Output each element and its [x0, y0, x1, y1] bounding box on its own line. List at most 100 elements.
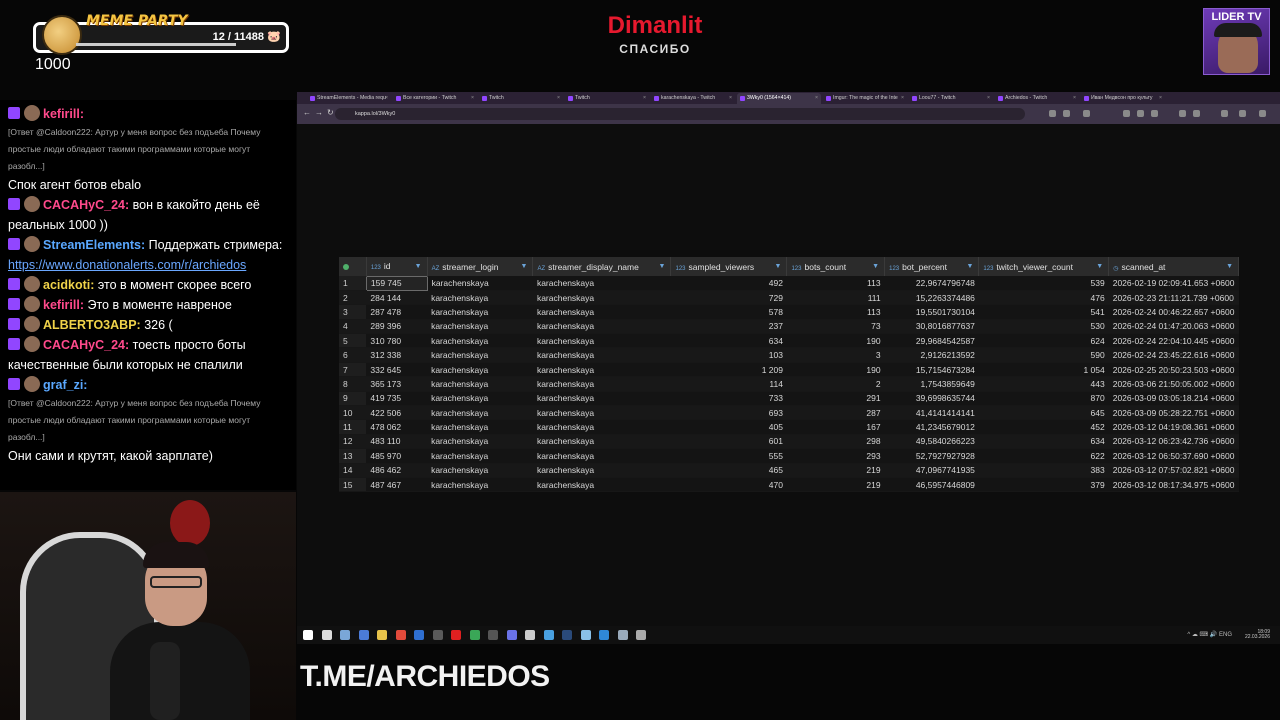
table-cell[interactable]: 19,5501730104	[884, 304, 979, 320]
table-cell[interactable]: 541	[978, 304, 1109, 320]
table-cell[interactable]: 2026-03-06 21:50:05.002 +0600	[1108, 376, 1239, 392]
chat-username[interactable]: graf_zi:	[43, 378, 87, 392]
extension-icon[interactable]	[1083, 110, 1090, 117]
grid-corner[interactable]	[339, 257, 367, 276]
table-cell[interactable]: karachenskaya	[532, 463, 671, 478]
browser-tab[interactable]: Иван Медвсон про культу ×	[1081, 93, 1165, 104]
table-cell[interactable]: 483 110	[366, 434, 428, 450]
table-cell[interactable]: 167	[786, 419, 885, 435]
table-cell[interactable]: 578	[670, 304, 787, 320]
table-cell[interactable]: 2026-03-12 06:23:42.736 +0600	[1108, 434, 1239, 450]
extension-icon[interactable]	[1193, 110, 1200, 117]
table-cell[interactable]: 478 062	[366, 419, 428, 435]
column-header-scanned-at[interactable]: ◷ scanned_at ▼	[1108, 257, 1239, 276]
table-cell[interactable]: 2026-02-24 00:46:22.657 +0600	[1108, 304, 1239, 320]
word-icon[interactable]	[414, 630, 424, 640]
table-cell[interactable]: 1 054	[978, 362, 1109, 378]
data-grid[interactable]: 123 id ▼ AZ streamer_login ▼ AZ streamer_displa…	[339, 257, 1239, 493]
obs-icon[interactable]	[488, 630, 498, 640]
table-cell[interactable]: 383	[978, 463, 1109, 478]
table-cell[interactable]: 492	[670, 276, 787, 291]
table-cell[interactable]: karachenskaya	[532, 391, 671, 407]
close-tab-icon[interactable]: ×	[987, 93, 990, 104]
table-cell[interactable]: 113	[786, 276, 885, 291]
table-cell[interactable]: karachenskaya	[427, 463, 533, 478]
sort-arrow-icon[interactable]: ▼	[775, 263, 782, 270]
reload-icon[interactable]: ↻	[327, 108, 334, 117]
table-cell[interactable]: 15,7154673284	[884, 362, 979, 378]
table-row[interactable]: 8 365 173 karachenskaya karachenskaya 114 2 1,…	[339, 376, 1239, 392]
table-cell[interactable]: karachenskaya	[532, 448, 671, 464]
row-number[interactable]: 11	[339, 419, 367, 435]
table-row[interactable]: 1 159 745 karachenskaya karachenskaya 492 113…	[339, 275, 1239, 291]
table-cell[interactable]: karachenskaya	[532, 477, 671, 493]
table-cell[interactable]: 487 467	[366, 477, 428, 493]
table-cell[interactable]: 298	[786, 434, 885, 450]
column-header-id[interactable]: 123 id ▼	[366, 257, 428, 276]
sort-arrow-icon[interactable]: ▼	[1226, 263, 1233, 270]
table-cell[interactable]: 332 645	[366, 362, 428, 378]
table-cell[interactable]: 289 396	[366, 319, 428, 335]
table-cell[interactable]: 422 506	[366, 405, 428, 421]
app5-icon[interactable]	[636, 630, 646, 640]
table-cell[interactable]: 365 173	[366, 376, 428, 392]
table-cell[interactable]: 2026-03-12 07:57:02.821 +0600	[1108, 463, 1239, 478]
row-number[interactable]: 13	[339, 448, 367, 464]
column-header-streamer-display-name[interactable]: AZ streamer_display_name ▼	[532, 257, 672, 276]
table-cell[interactable]: karachenskaya	[532, 276, 671, 291]
table-cell[interactable]: karachenskaya	[427, 347, 533, 363]
table-cell[interactable]: 2026-02-24 01:47:20.063 +0600	[1108, 319, 1239, 335]
table-cell[interactable]: 293	[786, 448, 885, 464]
table-cell[interactable]: 1 209	[670, 362, 787, 378]
table-cell[interactable]: 29,9684542587	[884, 333, 979, 349]
steam-icon[interactable]	[562, 630, 572, 640]
back-icon[interactable]: ←	[303, 108, 311, 117]
table-cell[interactable]: 49,5840266223	[884, 434, 979, 450]
table-cell[interactable]: 601	[670, 434, 787, 450]
menu-icon[interactable]	[1259, 110, 1266, 117]
table-cell[interactable]: 590	[978, 347, 1109, 363]
table-cell[interactable]: 190	[786, 333, 885, 349]
table-cell[interactable]: karachenskaya	[532, 419, 671, 435]
table-cell[interactable]: karachenskaya	[532, 333, 671, 349]
app2-icon[interactable]	[543, 630, 554, 640]
chat-username[interactable]: CACAHyC_24:	[43, 338, 129, 352]
table-cell[interactable]: 693	[670, 405, 787, 421]
table-cell[interactable]: 2026-02-24 23:45:22.616 +0600	[1108, 347, 1239, 363]
table-cell[interactable]: 103	[670, 347, 787, 363]
chrome-icon[interactable]	[395, 630, 406, 640]
table-cell[interactable]: 291	[786, 391, 885, 407]
table-cell[interactable]: 405	[670, 419, 787, 435]
profile-icon[interactable]	[1239, 110, 1246, 117]
table-cell[interactable]: 443	[978, 376, 1109, 392]
table-row[interactable]: 4 289 396 karachenskaya karachenskaya 237 73 3…	[339, 319, 1239, 335]
table-cell[interactable]: 379	[978, 477, 1109, 493]
settings-icon[interactable]	[525, 630, 535, 640]
table-cell[interactable]: karachenskaya	[532, 405, 671, 421]
table-cell[interactable]: 2	[786, 376, 885, 392]
table-row[interactable]: 3 287 478 karachenskaya karachenskaya 578 113…	[339, 304, 1239, 320]
column-header-streamer-login[interactable]: AZ streamer_login ▼	[427, 257, 534, 276]
close-tab-icon[interactable]: ×	[1159, 93, 1162, 104]
app4-icon[interactable]	[617, 630, 628, 640]
close-tab-icon[interactable]: ×	[643, 93, 646, 104]
table-row[interactable]: 11 478 062 karachenskaya karachenskaya 405 16…	[339, 419, 1239, 435]
chat-link[interactable]: https://www.donationalerts.com/r/archied…	[8, 258, 246, 272]
table-row[interactable]: 12 483 110 karachenskaya karachenskaya 601 29…	[339, 434, 1239, 450]
chat-username[interactable]: StreamElements:	[43, 238, 145, 252]
table-cell[interactable]: karachenskaya	[427, 290, 533, 306]
row-number[interactable]: 15	[339, 477, 367, 493]
table-row[interactable]: 2 284 144 karachenskaya karachenskaya 729 111…	[339, 290, 1239, 306]
close-tab-icon[interactable]: ×	[815, 93, 818, 104]
table-cell[interactable]: 111	[786, 290, 885, 306]
close-tab-icon[interactable]: ×	[1073, 93, 1076, 104]
table-cell[interactable]: 624	[978, 333, 1109, 349]
table-cell[interactable]: 41,2345679012	[884, 419, 979, 435]
table-cell[interactable]: 2026-02-24 22:04:10.445 +0600	[1108, 333, 1239, 349]
browser-tab[interactable]: Все категории - Twitch ×	[393, 93, 477, 104]
browser-tab[interactable]: 3Wky0 (1564×414) ×	[737, 93, 821, 104]
table-cell[interactable]: 2026-02-23 21:11:21.739 +0600	[1108, 290, 1239, 306]
table-cell[interactable]: 486 462	[366, 463, 428, 478]
extension-icon[interactable]	[1151, 110, 1158, 117]
table-cell[interactable]: 2026-03-12 06:50:37.690 +0600	[1108, 448, 1239, 464]
